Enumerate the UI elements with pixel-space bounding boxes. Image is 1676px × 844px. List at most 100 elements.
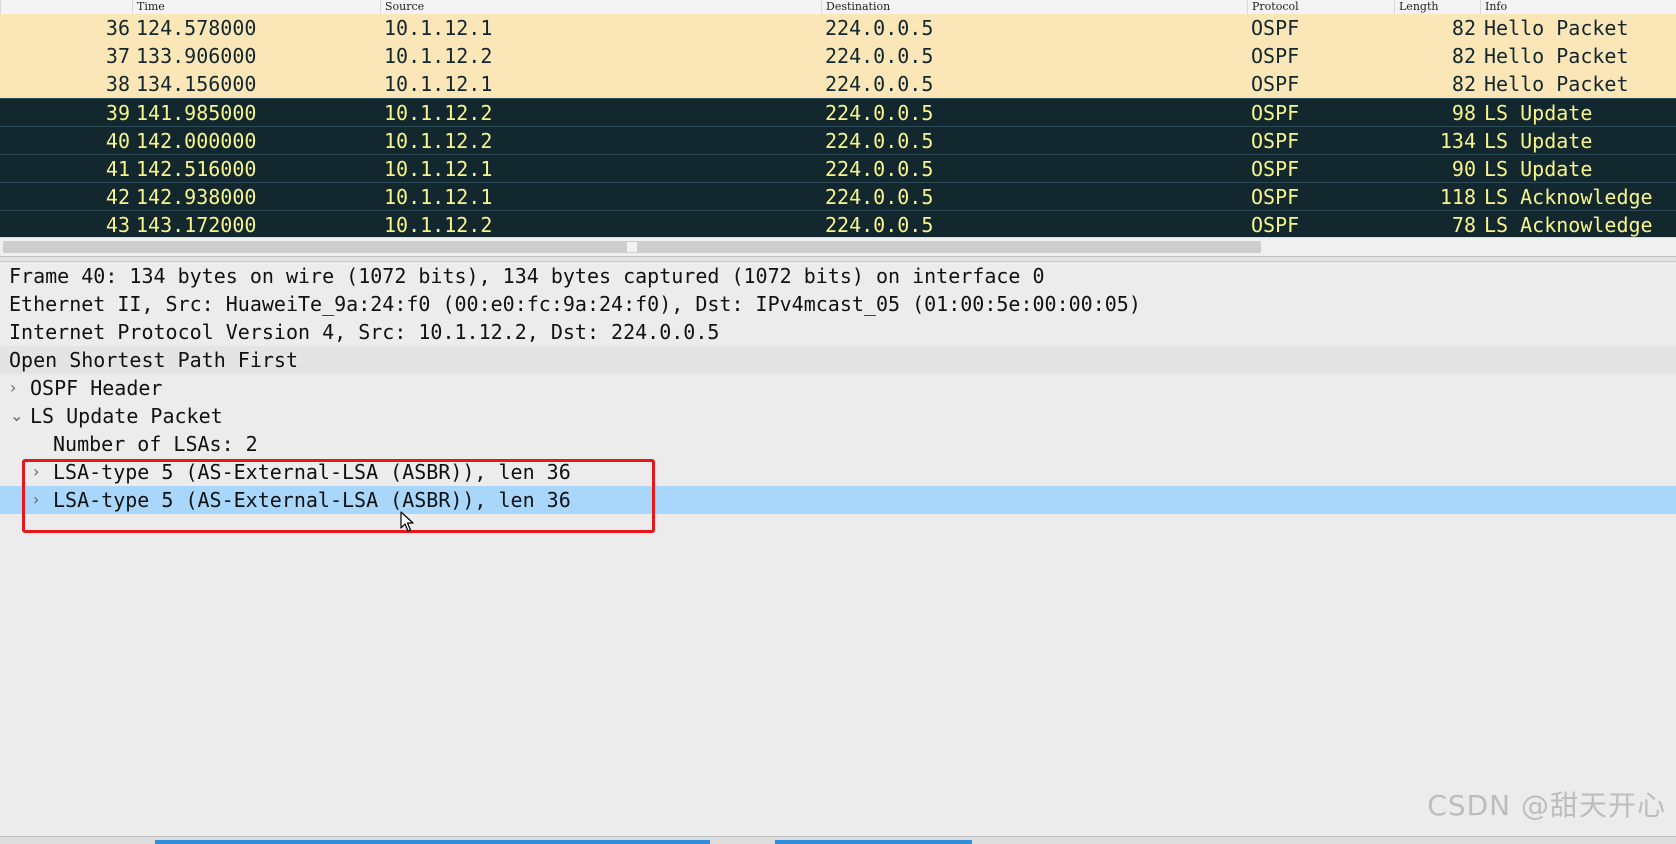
status-segment — [775, 840, 972, 844]
packet-info: LS Acknowledge — [1484, 213, 1653, 237]
column-header-no[interactable] — [0, 0, 132, 14]
packet-protocol: OSPF — [1251, 129, 1300, 153]
column-header-time[interactable]: Time — [132, 0, 380, 14]
packet-destination: 224.0.0.5 — [825, 129, 934, 153]
packet-protocol: OSPF — [1251, 101, 1300, 125]
packet-source: 10.1.12.2 — [384, 129, 493, 153]
packet-source: 10.1.12.2 — [384, 101, 493, 125]
tree-item-label: Open Shortest Path First — [9, 348, 298, 372]
tree-item-label: LSA-type 5 (AS-External-LSA (ASBR)), len… — [53, 488, 571, 512]
tree-item-label: Internet Protocol Version 4, Src: 10.1.1… — [9, 320, 720, 344]
packet-row[interactable]: 41 142.516000 10.1.12.1 224.0.0.5 OSPF 9… — [0, 154, 1676, 182]
packet-length: 82 — [1451, 72, 1476, 96]
status-segment — [155, 840, 710, 844]
tree-item-num-lsas[interactable]: Number of LSAs: 2 — [0, 430, 1676, 458]
packet-protocol: OSPF — [1251, 16, 1300, 40]
packet-info: LS Update — [1484, 101, 1593, 125]
packet-length: 78 — [1451, 213, 1476, 237]
packet-protocol: OSPF — [1251, 185, 1300, 209]
watermark: CSDN @甜天开心 — [1427, 789, 1666, 822]
tree-item-label: Number of LSAs: 2 — [53, 432, 258, 456]
packet-row[interactable]: 39 141.985000 10.1.12.2 224.0.0.5 OSPF 9… — [0, 98, 1676, 126]
chevron-right-icon[interactable]: › — [10, 374, 16, 402]
packet-info: Hello Packet — [1484, 72, 1629, 96]
packet-row-selected[interactable]: 40 142.000000 10.1.12.2 224.0.0.5 OSPF 1… — [0, 126, 1676, 154]
column-header-destination[interactable]: Destination — [821, 0, 1247, 14]
packet-no: 42 — [105, 185, 130, 209]
packet-length: 98 — [1451, 101, 1476, 125]
tree-item-ethernet[interactable]: Ethernet II, Src: HuaweiTe_9a:24:f0 (00:… — [0, 290, 1676, 318]
packet-destination: 224.0.0.5 — [825, 44, 934, 68]
tree-item-ospf-header[interactable]: › OSPF Header — [0, 374, 1676, 402]
packet-destination: 224.0.0.5 — [825, 213, 934, 237]
packet-row[interactable]: 43 143.172000 10.1.12.2 224.0.0.5 OSPF 7… — [0, 210, 1676, 237]
column-header-protocol[interactable]: Protocol — [1247, 0, 1394, 14]
packet-no: 37 — [105, 44, 130, 68]
column-header-info[interactable]: Info — [1480, 0, 1676, 14]
packet-time: 142.516000 — [136, 157, 257, 181]
packet-length: 118 — [1439, 185, 1476, 209]
packet-no: 40 — [105, 129, 130, 153]
packet-source: 10.1.12.1 — [384, 16, 493, 40]
packet-destination: 224.0.0.5 — [825, 16, 934, 40]
packet-row[interactable]: 37 133.906000 10.1.12.2 224.0.0.5 OSPF 8… — [0, 42, 1676, 70]
tree-item-ospf[interactable]: Open Shortest Path First — [0, 346, 1676, 374]
tree-item-label: Frame 40: 134 bytes on wire (1072 bits),… — [9, 264, 1045, 288]
packet-protocol: OSPF — [1251, 72, 1300, 96]
tree-item-frame[interactable]: Frame 40: 134 bytes on wire (1072 bits),… — [0, 262, 1676, 290]
packet-source: 10.1.12.2 — [384, 44, 493, 68]
packet-info: LS Update — [1484, 157, 1593, 181]
packet-time: 133.906000 — [136, 44, 257, 68]
chevron-right-icon[interactable]: › — [33, 458, 39, 486]
packet-length: 82 — [1451, 16, 1476, 40]
status-bar — [0, 836, 1676, 844]
column-header-length[interactable]: Length — [1394, 0, 1480, 14]
packet-info: LS Update — [1484, 129, 1593, 153]
tree-item-label: Ethernet II, Src: HuaweiTe_9a:24:f0 (00:… — [9, 292, 1141, 316]
tree-item-ip[interactable]: Internet Protocol Version 4, Src: 10.1.1… — [0, 318, 1676, 346]
horizontal-scrollbar[interactable] — [0, 237, 1676, 257]
tree-item-ls-update[interactable]: ⌄ LS Update Packet — [0, 402, 1676, 430]
mouse-cursor-icon — [400, 511, 414, 532]
packet-no: 41 — [105, 157, 130, 181]
packet-destination: 224.0.0.5 — [825, 101, 934, 125]
column-header-source[interactable]: Source — [380, 0, 821, 14]
packet-details-pane[interactable]: Frame 40: 134 bytes on wire (1072 bits),… — [0, 262, 1676, 836]
scrollbar-grip-icon — [627, 242, 637, 252]
chevron-down-icon[interactable]: ⌄ — [10, 402, 23, 430]
packet-no: 36 — [105, 16, 130, 40]
packet-protocol: OSPF — [1251, 157, 1300, 181]
packet-source: 10.1.12.1 — [384, 72, 493, 96]
packet-row[interactable]: 36 124.578000 10.1.12.1 224.0.0.5 OSPF 8… — [0, 14, 1676, 42]
packet-protocol: OSPF — [1251, 44, 1300, 68]
packet-destination: 224.0.0.5 — [825, 157, 934, 181]
tree-item-label: OSPF Header — [30, 376, 163, 400]
packet-list[interactable]: Time Source Destination Protocol Length … — [0, 0, 1676, 257]
packet-length: 82 — [1451, 44, 1476, 68]
packet-protocol: OSPF — [1251, 213, 1300, 237]
tree-item-lsa-2-selected[interactable]: › LSA-type 5 (AS-External-LSA (ASBR)), l… — [0, 486, 1676, 514]
packet-time: 134.156000 — [136, 72, 257, 96]
column-header: Time Source Destination Protocol Length … — [0, 0, 1676, 15]
packet-destination: 224.0.0.5 — [825, 185, 934, 209]
packet-row[interactable]: 38 134.156000 10.1.12.1 224.0.0.5 OSPF 8… — [0, 70, 1676, 98]
packet-info: LS Acknowledge — [1484, 185, 1653, 209]
packet-time: 143.172000 — [136, 213, 257, 237]
packet-source: 10.1.12.1 — [384, 157, 493, 181]
packet-info: Hello Packet — [1484, 44, 1629, 68]
packet-info: Hello Packet — [1484, 16, 1629, 40]
packet-no: 43 — [105, 213, 130, 237]
packet-time: 141.985000 — [136, 101, 257, 125]
packet-time: 142.938000 — [136, 185, 257, 209]
chevron-right-icon[interactable]: › — [33, 486, 39, 514]
tree-item-label: LS Update Packet — [30, 404, 223, 428]
packet-time: 124.578000 — [136, 16, 257, 40]
packet-time: 142.000000 — [136, 129, 257, 153]
packet-no: 39 — [105, 101, 130, 125]
packet-destination: 224.0.0.5 — [825, 72, 934, 96]
packet-row[interactable]: 42 142.938000 10.1.12.1 224.0.0.5 OSPF 1… — [0, 182, 1676, 210]
tree-item-lsa-1[interactable]: › LSA-type 5 (AS-External-LSA (ASBR)), l… — [0, 458, 1676, 486]
packet-source: 10.1.12.2 — [384, 213, 493, 237]
tree-item-label: LSA-type 5 (AS-External-LSA (ASBR)), len… — [53, 460, 571, 484]
packet-no: 38 — [105, 72, 130, 96]
